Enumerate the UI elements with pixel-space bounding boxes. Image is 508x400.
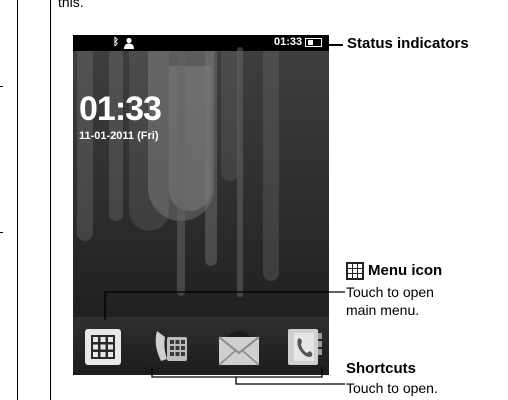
menu-icon-desc-line-2: main menu. xyxy=(346,302,420,318)
menu-icon-desc-line-1: Touch to open xyxy=(346,284,434,300)
menu-grid-icon-small xyxy=(346,262,364,280)
menu-icon-label: Menu icon xyxy=(368,262,443,279)
shortcuts-label: Shortcuts xyxy=(346,360,417,377)
shortcuts-desc: Touch to open. xyxy=(346,380,438,396)
menu-callout-line xyxy=(104,291,345,385)
